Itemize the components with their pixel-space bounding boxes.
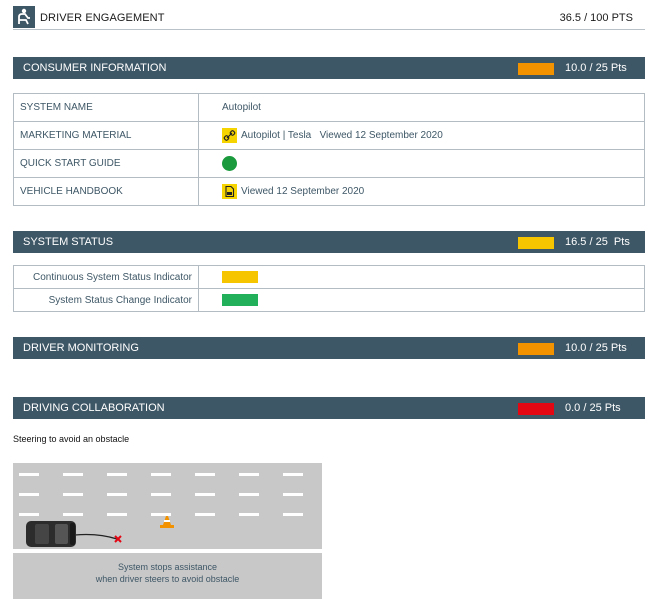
table-row: Continuous System Status Indicator [13, 265, 645, 289]
driver-monitoring-title: DRIVER MONITORING [23, 342, 139, 354]
scenario-illustration: System stops assistance when driver stee… [13, 463, 322, 599]
driving-collaboration-bar: DRIVING COLLABORATION 0.0 / 25 Pts [13, 397, 645, 419]
seated-driver-icon [13, 6, 35, 28]
link-icon[interactable] [222, 128, 237, 143]
status-change-indicator-swatch [222, 294, 258, 306]
row-value-cell [198, 288, 645, 312]
traffic-cone-icon [160, 516, 174, 528]
marketing-material-link[interactable]: Autopilot | Tesla Viewed 12 September 20… [241, 130, 443, 141]
scenario-caption: Steering to avoid an obstacle [13, 434, 130, 444]
table-row: System Status Change Indicator [13, 288, 645, 312]
consumer-information-title: CONSUMER INFORMATION [23, 62, 167, 74]
system-status-rating-swatch [518, 237, 554, 249]
row-label: QUICK START GUIDE [13, 149, 199, 178]
consumer-information-rating-swatch [518, 63, 554, 75]
table-row: SYSTEM NAME Autopilot [13, 93, 645, 122]
driving-collaboration-score: 0.0 / 25 Pts [565, 402, 621, 414]
driving-collaboration-rating-swatch [518, 403, 554, 415]
row-value-cell: Viewed 12 September 2020 [198, 177, 645, 206]
car-icon [26, 521, 76, 547]
row-label: Continuous System Status Indicator [13, 265, 199, 289]
table-row: VEHICLE HANDBOOK Viewed 12 September 202… [13, 177, 645, 206]
consumer-information-table: SYSTEM NAME Autopilot MARKETING MATERIAL… [13, 93, 645, 206]
row-label: System Status Change Indicator [13, 288, 199, 312]
row-value: Autopilot [198, 93, 645, 122]
illustration-caption: System stops assistance when driver stee… [13, 553, 322, 599]
driver-monitoring-rating-swatch [518, 343, 554, 355]
total-score: 36.5 / 100 PTS [559, 12, 633, 24]
illustration-caption-line1: System stops assistance [117, 562, 218, 572]
consumer-information-score: 10.0 / 25 Pts [565, 62, 627, 74]
driving-collaboration-title: DRIVING COLLABORATION [23, 402, 165, 414]
road-edge-line [13, 549, 322, 552]
header-divider [13, 29, 645, 30]
row-value-cell: Autopilot | Tesla Viewed 12 September 20… [198, 121, 645, 150]
car-scene-graphic [26, 516, 174, 547]
row-label: SYSTEM NAME [13, 93, 199, 122]
page-title: DRIVER ENGAGEMENT [40, 12, 165, 24]
row-value-cell [198, 149, 645, 178]
driver-monitoring-bar: DRIVER MONITORING 10.0 / 25 Pts [13, 337, 645, 359]
section-header: DRIVER ENGAGEMENT 36.5 / 100 PTS [13, 6, 645, 30]
system-status-bar: SYSTEM STATUS 16.5 / 25 Pts [13, 231, 645, 253]
continuous-status-indicator-swatch [222, 271, 258, 283]
vehicle-handbook-value: Viewed 12 September 2020 [241, 186, 365, 198]
row-label: MARKETING MATERIAL [13, 121, 199, 150]
system-status-table: Continuous System Status Indicator Syste… [13, 265, 645, 312]
system-status-score: 16.5 / 25 Pts [565, 236, 630, 248]
table-row: MARKETING MATERIAL Autopilot | Tesla Vie… [13, 121, 645, 150]
driver-monitoring-score: 10.0 / 25 Pts [565, 342, 627, 354]
road-surface [13, 463, 322, 551]
row-label: VEHICLE HANDBOOK [13, 177, 199, 206]
table-row: QUICK START GUIDE [13, 149, 645, 178]
row-value-cell [198, 265, 645, 289]
illustration-caption-line2: when driver steers to avoid obstacle [95, 574, 240, 584]
document-icon[interactable] [222, 184, 237, 199]
consumer-information-bar: CONSUMER INFORMATION 10.0 / 25 Pts [13, 57, 645, 79]
system-status-title: SYSTEM STATUS [23, 236, 114, 248]
quick-start-guide-status-dot [222, 156, 237, 171]
